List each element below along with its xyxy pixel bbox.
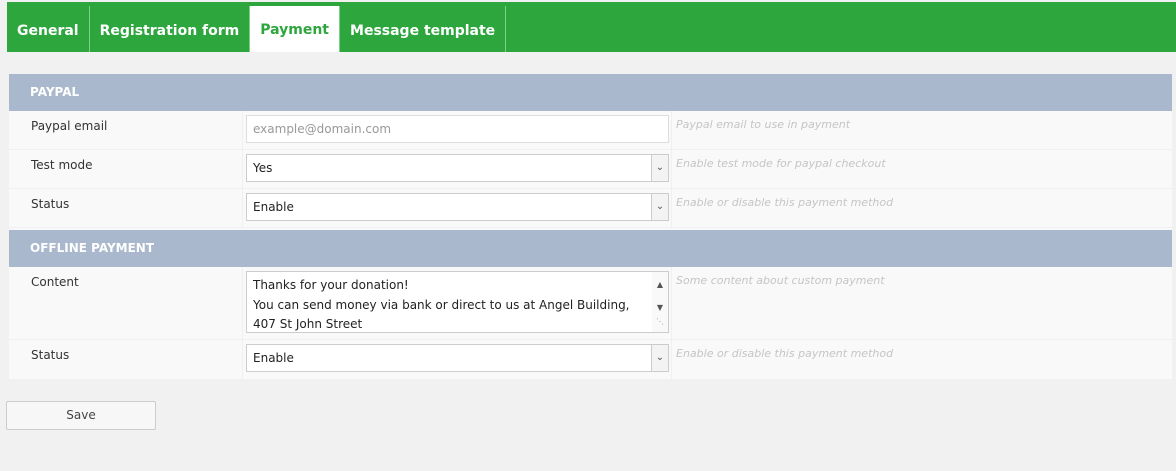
paypal-status-select[interactable]: Enable ⌄	[246, 193, 669, 221]
content-line: You can send money via bank or direct to…	[253, 297, 630, 312]
chevron-down-icon: ⌄	[651, 345, 668, 371]
tab-registration-form[interactable]: Registration form	[90, 6, 251, 52]
offline-status-field-cell: Enable ⌄	[243, 340, 672, 379]
resize-grip-icon[interactable]: ⋱	[652, 312, 668, 332]
chevron-down-icon: ⌄	[651, 194, 668, 220]
offline-content-textarea[interactable]: Thanks for your donation! You can send m…	[246, 271, 669, 333]
offline-status-select[interactable]: Enable ⌄	[246, 344, 669, 372]
offline-content-field-cell: Thanks for your donation! You can send m…	[243, 267, 672, 339]
tab-bar: General Registration form Payment Messag…	[7, 2, 1176, 52]
test-mode-field-cell: Yes ⌄	[243, 150, 672, 188]
tab-general[interactable]: General	[7, 6, 90, 52]
test-mode-select[interactable]: Yes ⌄	[246, 154, 669, 182]
offline-content-label: Content	[9, 267, 243, 339]
row-paypal-status: Status Enable ⌄ Enable or disable this p…	[9, 189, 1172, 228]
textarea-scrollbar[interactable]: ▲ ▼ ⋱	[652, 272, 668, 332]
row-test-mode: Test mode Yes ⌄ Enable test mode for pay…	[9, 150, 1172, 189]
test-mode-label: Test mode	[9, 150, 243, 188]
paypal-status-label: Status	[9, 189, 243, 227]
paypal-email-field-cell: example@domain.com	[243, 111, 672, 149]
offline-content-hint: Some content about custom payment	[676, 274, 885, 287]
tab-message-template[interactable]: Message template	[340, 6, 507, 52]
paypal-email-hint: Paypal email to use in payment	[676, 118, 851, 131]
row-offline-status: Status Enable ⌄ Enable or disable this p…	[9, 340, 1172, 379]
tab-payment[interactable]: Payment	[250, 6, 341, 52]
scroll-up-icon[interactable]: ▲	[652, 275, 668, 295]
chevron-down-icon: ⌄	[651, 155, 668, 181]
content-line: Thanks for your donation!	[253, 278, 409, 292]
paypal-status-field-cell: Enable ⌄	[243, 189, 672, 227]
content-line: 407 St John Street	[253, 317, 363, 331]
row-paypal-email: Paypal email example@domain.com Paypal e…	[9, 111, 1172, 150]
offline-status-label: Status	[9, 340, 243, 379]
save-button[interactable]: Save	[6, 401, 156, 430]
paypal-email-label: Paypal email	[9, 111, 243, 149]
paypal-status-value: Enable	[253, 200, 294, 214]
offline-status-value: Enable	[253, 351, 294, 365]
section-heading-paypal: PAYPAL	[9, 74, 1172, 111]
offline-status-hint: Enable or disable this payment method	[676, 347, 894, 360]
payment-settings-panel: PAYPAL Paypal email example@domain.com P…	[9, 74, 1172, 379]
paypal-status-hint: Enable or disable this payment method	[676, 196, 894, 209]
test-mode-value: Yes	[253, 161, 273, 175]
row-offline-content: Content Thanks for your donation! You ca…	[9, 267, 1172, 340]
section-heading-offline-payment: OFFLINE PAYMENT	[9, 230, 1172, 267]
paypal-email-input[interactable]: example@domain.com	[246, 115, 669, 143]
test-mode-hint: Enable test mode for paypal checkout	[676, 157, 886, 170]
